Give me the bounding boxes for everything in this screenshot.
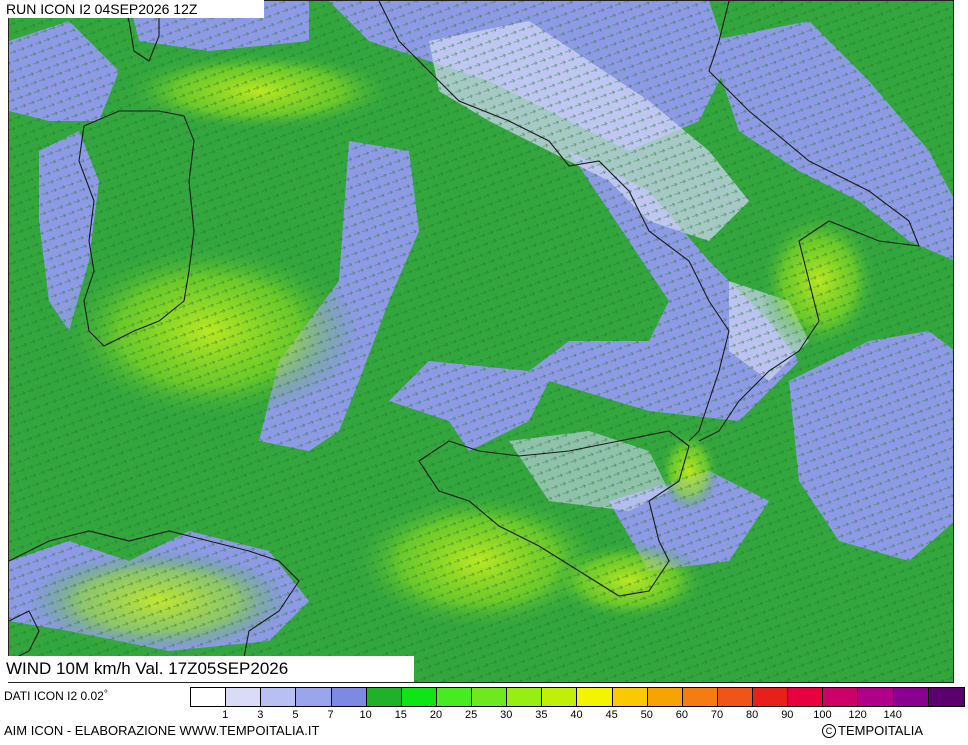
degree-symbol: ° [103,689,108,700]
colorbar-cell [436,688,472,706]
colorbar-tick-label: 100 [813,709,832,721]
colorbar-tick-label: 10 [359,709,372,721]
colorbar-cell [682,688,718,706]
colorbar-cell [928,688,964,706]
colorbar-cell [612,688,648,706]
wind-arrows [9,1,953,682]
wind-map [8,0,954,683]
colorbar-tick-label: 5 [292,709,299,721]
colorbar-tick-label: 15 [394,709,407,721]
colorbar-cell [788,688,824,706]
data-source-note: DATI ICON I2 0.02° [4,689,108,703]
colorbar-tick-label: 3 [257,709,264,721]
brand-credit: C TEMPOITALIA [822,723,923,738]
colorbar-cell [858,688,894,706]
colorbar-cell [472,688,508,706]
colorbar-cell [893,688,929,706]
credit-text: AIM ICON - ELABORAZIONE WWW.TEMPOITALIA.… [4,723,320,738]
colorbar-tick-label: 30 [500,709,513,721]
colorbar-tick-label: 90 [781,709,794,721]
colorbar-cell [577,688,613,706]
colorbar-tick-label: 70 [710,709,724,721]
colorbar-tick-label: 20 [429,709,443,721]
colorbar-cell [191,688,227,706]
colorbar-cell [226,688,262,706]
colorbar-tick-label: 35 [535,709,548,721]
colorbar-cell [542,688,578,706]
colorbar-tick-label: 1 [222,709,229,721]
colorbar-cell [366,688,402,706]
colorbar-cell [507,688,543,706]
colorbar [190,687,965,707]
colorbar-tick-label: 40 [570,709,583,721]
colorbar-tick-label: 50 [640,709,653,721]
wind-map-svg [9,1,953,682]
colorbar-cell [717,688,753,706]
colorbar-tick-label: 45 [605,709,618,721]
colorbar-tick-label: 140 [883,709,902,721]
colorbar-cell [753,688,789,706]
colorbar-cell [823,688,859,706]
colorbar-tick-label: 60 [675,709,689,721]
colorbar-labels: 1 3 5 7 10 15 20 25 30 35 40 45 50 60 70 80 90 100 120 140 [190,709,963,723]
colorbar-tick-label: 120 [848,709,867,721]
colorbar-tick-label: 80 [746,709,759,721]
colorbar-cell [647,688,683,706]
colorbar-cell [296,688,332,706]
colorbar-tick-label: 25 [464,709,478,721]
colorbar-cell [331,688,367,706]
colorbar-cell [261,688,297,706]
colorbar-cell [401,688,437,706]
copyright-icon: C [822,723,836,738]
colorbar-tick-label: 7 [327,709,334,721]
brand-text: TEMPOITALIA [838,723,923,738]
run-label: RUN ICON I2 04SEP2026 12Z [2,0,264,18]
data-source-text: DATI ICON I2 0.02 [4,689,104,703]
variable-label: WIND 10M km/h Val. 17Z05SEP2026 [2,656,414,682]
